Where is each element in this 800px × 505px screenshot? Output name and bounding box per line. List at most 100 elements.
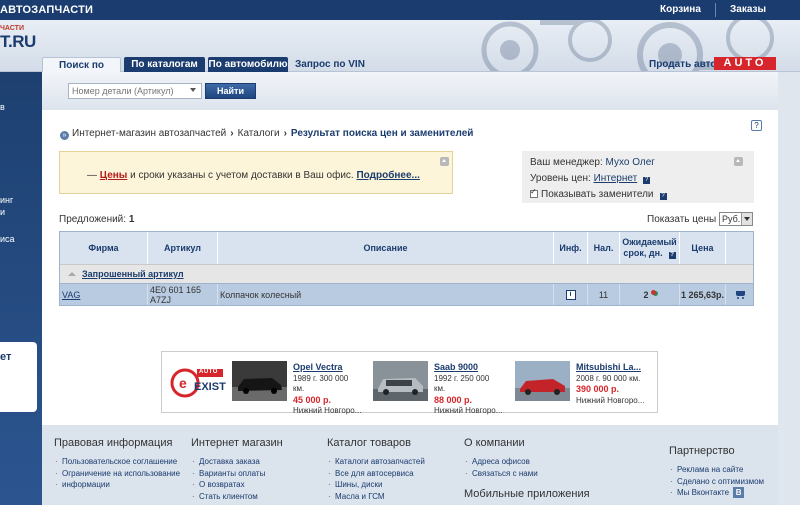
- footer-legal: Правовая информация Пользовательское сог…: [54, 437, 180, 491]
- brand-link[interactable]: VAG: [62, 290, 80, 300]
- footer-link[interactable]: Варианты оплаты: [191, 468, 283, 480]
- show-replacements-checkbox[interactable]: [530, 187, 538, 198]
- currency-select[interactable]: Руб.: [719, 212, 753, 226]
- col-expected[interactable]: Ожидаемый срок, дн.?: [620, 232, 680, 264]
- tab-search-by-number[interactable]: Поиск по номеру: [42, 57, 121, 86]
- car-photo[interactable]: [515, 361, 570, 401]
- currency-value: Руб.: [722, 214, 741, 224]
- top-separator: [715, 3, 716, 17]
- notice-text: — Цены и сроки указаны с учетом доставки…: [87, 170, 420, 181]
- ad-banner[interactable]: e AUTO EXIST Opel Vectra 1989 г. 300 000…: [161, 351, 658, 415]
- cell-article: 4E0 601 165 A7ZJ: [148, 284, 218, 305]
- results-table: Фирма Артикул Описание Инф. Нал. Ожидаем…: [59, 231, 754, 306]
- col-expected-line2: срок, дн.?: [623, 248, 676, 259]
- price-level-link[interactable]: Интернет: [594, 173, 638, 184]
- price-level-label: Уровень цен:: [530, 173, 594, 184]
- sidebar-fragment[interactable]: иса: [0, 234, 15, 244]
- sidebar-card[interactable]: ет: [0, 342, 37, 412]
- collapse-notice-icon[interactable]: [440, 157, 449, 166]
- help-icon[interactable]: ?: [751, 120, 762, 131]
- footer-link[interactable]: Ограничение на использование: [54, 468, 180, 480]
- site-title: АВТОЗАПЧАСТИ: [0, 4, 94, 16]
- footer-link[interactable]: Масла и ГСМ: [327, 491, 425, 503]
- footer-link[interactable]: Все для автосервиса: [327, 468, 425, 480]
- auto-badge[interactable]: AUTO: [714, 57, 776, 70]
- col-info[interactable]: Инф.: [554, 232, 588, 264]
- footer-link[interactable]: Пользовательское соглашение: [54, 456, 180, 468]
- footer-link[interactable]: Шины, диски: [327, 479, 425, 491]
- car-title[interactable]: Mitsubishi La...: [576, 362, 641, 372]
- orders-link[interactable]: Заказы: [730, 4, 766, 15]
- col-firm[interactable]: Фирма: [60, 232, 148, 264]
- footer-link[interactable]: Реклама на сайте: [669, 464, 764, 476]
- car-title[interactable]: Opel Vectra: [293, 362, 343, 372]
- manager-name[interactable]: Мухо Олег: [606, 157, 655, 168]
- footer-link[interactable]: Стать клиентом: [191, 491, 283, 503]
- footer-mobile-apps[interactable]: Мобильные приложения: [464, 488, 590, 500]
- question-icon[interactable]: ?: [668, 252, 676, 259]
- breadcrumb-chevron-icon: ›: [230, 128, 234, 139]
- tab-by-car[interactable]: По автомобилю: [208, 57, 288, 72]
- question-icon[interactable]: ?: [643, 177, 651, 184]
- car-photo[interactable]: [373, 361, 428, 401]
- breadcrumb-shop[interactable]: Интернет-магазин автозапчастей: [72, 128, 226, 139]
- logo-small-text: ЧАСТИ: [0, 25, 24, 32]
- chevron-down-icon[interactable]: [190, 88, 196, 92]
- info-icon[interactable]: i: [565, 289, 576, 300]
- notice-dash: —: [87, 170, 100, 181]
- vk-icon[interactable]: В: [733, 487, 745, 498]
- question-icon[interactable]: ?: [659, 193, 667, 200]
- breadcrumb-catalogs[interactable]: Каталоги: [238, 128, 280, 139]
- cell-availability: 11: [588, 284, 620, 305]
- cart-link[interactable]: Корзина: [660, 4, 701, 15]
- breadcrumb-current: Результат поиска цен и заменителей: [290, 128, 474, 139]
- delivery-notice: — Цены и сроки указаны с учетом доставки…: [59, 151, 453, 194]
- table-row[interactable]: VAG 4E0 601 165 A7ZJ Колпачок колесный i…: [60, 283, 753, 305]
- footer-company: О компании Адреса офисов Связаться с нам…: [464, 437, 538, 479]
- car-info-unit: км.: [293, 384, 305, 393]
- collapse-manager-icon[interactable]: [734, 157, 743, 166]
- footer-link[interactable]: Связаться с нами: [464, 468, 538, 480]
- footer-link-continuation[interactable]: информации: [54, 479, 180, 491]
- car-price: 390 000 р.: [576, 384, 620, 394]
- find-button[interactable]: Найти: [205, 83, 256, 99]
- car-title[interactable]: Saab 9000: [434, 362, 478, 372]
- footer-link[interactable]: Мы ВконтактеВ: [669, 487, 764, 499]
- group-requested-article[interactable]: Запрошенный артикул: [60, 264, 753, 283]
- col-expected-label: срок, дн.: [623, 248, 663, 258]
- footer-link[interactable]: О возвратах: [191, 479, 283, 491]
- part-number-input[interactable]: [68, 83, 202, 99]
- tab-catalogs[interactable]: По каталогам: [124, 57, 205, 72]
- sidebar-fragment[interactable]: в: [0, 102, 5, 112]
- group-label[interactable]: Запрошенный артикул: [82, 269, 184, 279]
- car-photo[interactable]: [232, 361, 287, 401]
- footer-link[interactable]: Адреса офисов: [464, 456, 538, 468]
- show-replacements-label: Показывать заменители: [541, 189, 654, 200]
- logo[interactable]: T.RU: [0, 32, 36, 52]
- notice-middle-text: и сроки указаны с учетом доставки в Ваш …: [127, 170, 357, 181]
- exist-logo-text: EXIST: [194, 381, 226, 393]
- col-article[interactable]: Артикул: [148, 232, 218, 264]
- car-info: 1989 г. 300 000: [293, 374, 349, 383]
- col-cart: [726, 232, 755, 264]
- notice-prices-link[interactable]: Цены: [100, 170, 128, 181]
- col-availability[interactable]: Нал.: [588, 232, 620, 264]
- col-price[interactable]: Цена: [680, 232, 726, 264]
- footer-link[interactable]: Доставка заказа: [191, 456, 283, 468]
- col-description[interactable]: Описание: [218, 232, 554, 264]
- search-strip: Найти: [42, 72, 778, 110]
- collapse-group-icon[interactable]: [68, 272, 76, 276]
- show-prices-label: Показать цены в: [647, 214, 725, 225]
- notice-more-link[interactable]: Подробнее...: [356, 170, 419, 181]
- footer-heading: Интернет магазин: [191, 437, 283, 449]
- footer-link[interactable]: Сделано с оптимизмом: [669, 476, 764, 488]
- cart-icon[interactable]: [735, 290, 747, 300]
- offers-label: Предложений:: [59, 214, 129, 225]
- cell-info: i: [554, 284, 588, 305]
- tab-vin-request[interactable]: Запрос по VIN »: [292, 57, 368, 85]
- home-icon[interactable]: »: [60, 131, 69, 140]
- car-price: 45 000 р.: [293, 395, 332, 405]
- sidebar-fragment[interactable]: инг: [0, 195, 13, 205]
- footer-link[interactable]: Каталоги автозапчастей: [327, 456, 425, 468]
- sidebar-fragment[interactable]: и: [0, 207, 5, 217]
